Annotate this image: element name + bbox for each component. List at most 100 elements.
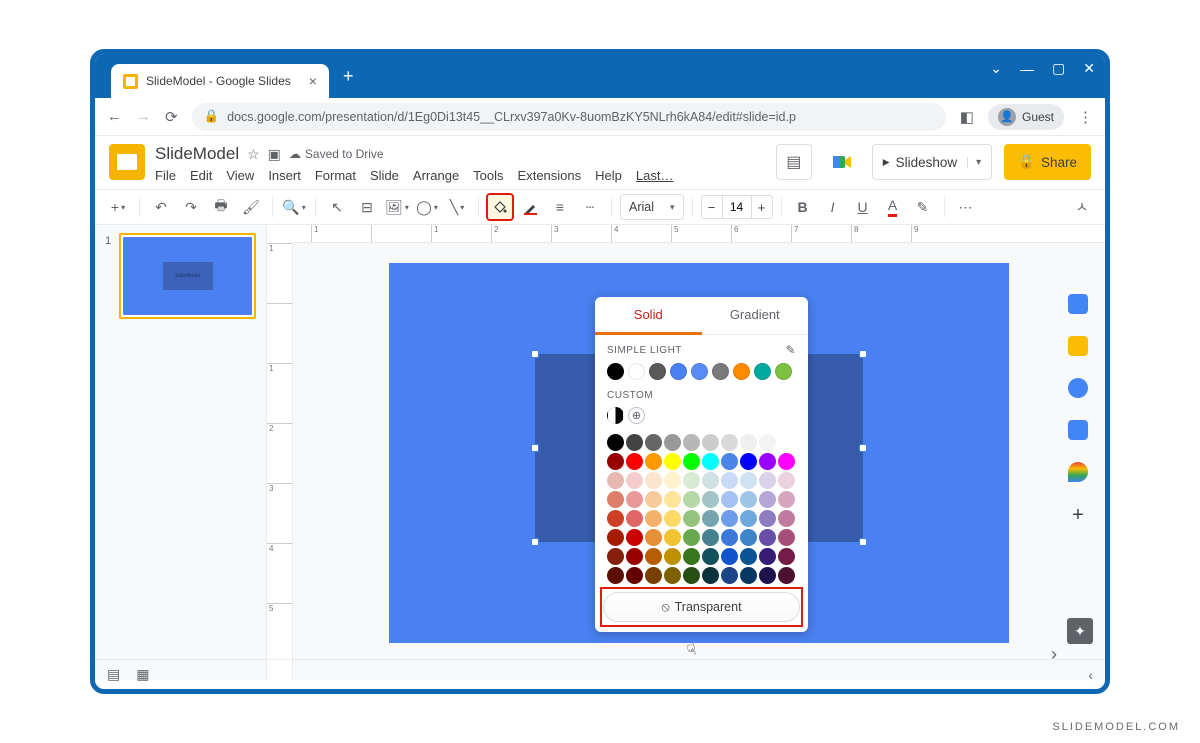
grid-view-icon[interactable]: ▦ (136, 666, 149, 683)
color-swatch[interactable] (721, 453, 738, 470)
color-swatch[interactable] (664, 491, 681, 508)
color-swatch[interactable] (759, 548, 776, 565)
color-swatch[interactable] (645, 491, 662, 508)
star-icon[interactable]: ☆ (247, 146, 260, 163)
line-tool[interactable]: ╲▾ (444, 194, 470, 220)
color-swatch[interactable] (626, 510, 643, 527)
color-swatch[interactable] (683, 567, 700, 584)
color-swatch[interactable] (740, 472, 757, 489)
maps-icon[interactable] (1068, 462, 1088, 482)
color-swatch[interactable] (778, 510, 795, 527)
highlight-button[interactable]: ✎ (910, 194, 936, 220)
color-swatch[interactable] (664, 453, 681, 470)
theme-color-swatch[interactable] (628, 363, 645, 380)
color-swatch[interactable] (626, 567, 643, 584)
color-swatch[interactable] (664, 434, 681, 451)
theme-color-swatch[interactable] (607, 363, 624, 380)
menu-tools[interactable]: Tools (473, 168, 503, 183)
color-swatch[interactable] (778, 548, 795, 565)
resize-handle[interactable] (859, 444, 867, 452)
color-swatch[interactable] (683, 510, 700, 527)
move-icon[interactable]: ▣ (268, 146, 281, 163)
notes-collapse-icon[interactable]: ‹ (1088, 667, 1093, 683)
edit-theme-icon[interactable]: ✎ (785, 343, 796, 357)
slideshow-button[interactable]: ▸ Slideshow ▾ (872, 144, 992, 180)
slide-thumbnail[interactable]: SlideModel (119, 233, 256, 319)
color-swatch[interactable] (778, 453, 795, 470)
color-swatch[interactable] (626, 472, 643, 489)
google-slides-logo[interactable] (109, 144, 145, 180)
theme-color-swatch[interactable] (733, 363, 750, 380)
select-tool[interactable]: ↖ (324, 194, 350, 220)
color-swatch[interactable] (778, 434, 795, 451)
undo-button[interactable]: ↶ (148, 194, 174, 220)
window-chevron-icon[interactable]: ⌄ (990, 60, 1002, 77)
color-swatch[interactable] (702, 529, 719, 546)
color-swatch[interactable] (607, 491, 624, 508)
menu-help[interactable]: Help (595, 168, 622, 183)
new-slide-button[interactable]: +▾ (105, 194, 131, 220)
menu-slide[interactable]: Slide (370, 168, 399, 183)
color-swatch[interactable] (702, 453, 719, 470)
custom-color-swatch[interactable] (607, 407, 624, 424)
font-size-value[interactable]: 14 (723, 195, 751, 219)
color-swatch[interactable] (759, 510, 776, 527)
color-swatch[interactable] (664, 510, 681, 527)
tab-close-icon[interactable]: × (309, 73, 317, 89)
color-swatch[interactable] (626, 434, 643, 451)
color-swatch[interactable] (740, 453, 757, 470)
color-swatch[interactable] (645, 510, 662, 527)
saved-status[interactable]: ☁Saved to Drive (289, 147, 384, 161)
menu-format[interactable]: Format (315, 168, 356, 183)
theme-color-swatch[interactable] (775, 363, 792, 380)
add-on-button[interactable]: + (1068, 504, 1088, 524)
textbox-tool[interactable]: ⊟ (354, 194, 380, 220)
color-swatch[interactable] (645, 529, 662, 546)
color-swatch[interactable] (740, 529, 757, 546)
color-swatch[interactable] (607, 529, 624, 546)
color-swatch[interactable] (740, 567, 757, 584)
bold-button[interactable]: B (790, 194, 816, 220)
color-swatch[interactable] (607, 453, 624, 470)
color-swatch[interactable] (626, 529, 643, 546)
color-swatch[interactable] (645, 567, 662, 584)
color-swatch[interactable] (683, 453, 700, 470)
zoom-button[interactable]: 🔍▾ (281, 194, 307, 220)
color-swatch[interactable] (683, 491, 700, 508)
font-family-select[interactable]: Arial▾ (620, 194, 684, 220)
menu-view[interactable]: View (226, 168, 254, 183)
image-tool[interactable]: 🖼▾ (384, 194, 410, 220)
fill-color-button[interactable] (487, 194, 513, 220)
color-swatch[interactable] (702, 510, 719, 527)
color-swatch[interactable] (721, 548, 738, 565)
color-swatch[interactable] (778, 529, 795, 546)
menu-arrange[interactable]: Arrange (413, 168, 459, 183)
address-bar[interactable]: 🔒 docs.google.com/presentation/d/1Eg0Di1… (192, 103, 946, 131)
color-swatch[interactable] (721, 434, 738, 451)
solid-tab[interactable]: Solid (595, 297, 702, 335)
color-swatch[interactable] (759, 472, 776, 489)
color-swatch[interactable] (740, 548, 757, 565)
tasks-icon[interactable] (1068, 378, 1088, 398)
color-swatch[interactable] (626, 491, 643, 508)
color-swatch[interactable] (759, 491, 776, 508)
color-swatch[interactable] (759, 529, 776, 546)
color-swatch[interactable] (607, 510, 624, 527)
extensions-icon[interactable]: ◧ (960, 108, 974, 126)
slideshow-dropdown-icon[interactable]: ▾ (967, 157, 981, 168)
meet-button[interactable] (824, 144, 860, 180)
color-swatch[interactable] (759, 567, 776, 584)
border-dash-button[interactable]: ┄ (577, 194, 603, 220)
redo-button[interactable]: ↷ (178, 194, 204, 220)
color-swatch[interactable] (664, 548, 681, 565)
back-icon[interactable]: ← (107, 108, 122, 125)
theme-color-swatch[interactable] (754, 363, 771, 380)
color-swatch[interactable] (702, 472, 719, 489)
color-swatch[interactable] (778, 567, 795, 584)
color-swatch[interactable] (645, 472, 662, 489)
share-button[interactable]: 🔒 Share (1004, 144, 1091, 180)
underline-button[interactable]: U (850, 194, 876, 220)
toolbar-expand-icon[interactable]: ㅅ (1069, 194, 1095, 220)
kebab-menu-icon[interactable]: ⋮ (1078, 108, 1093, 126)
comment-history-button[interactable]: ▤ (776, 144, 812, 180)
